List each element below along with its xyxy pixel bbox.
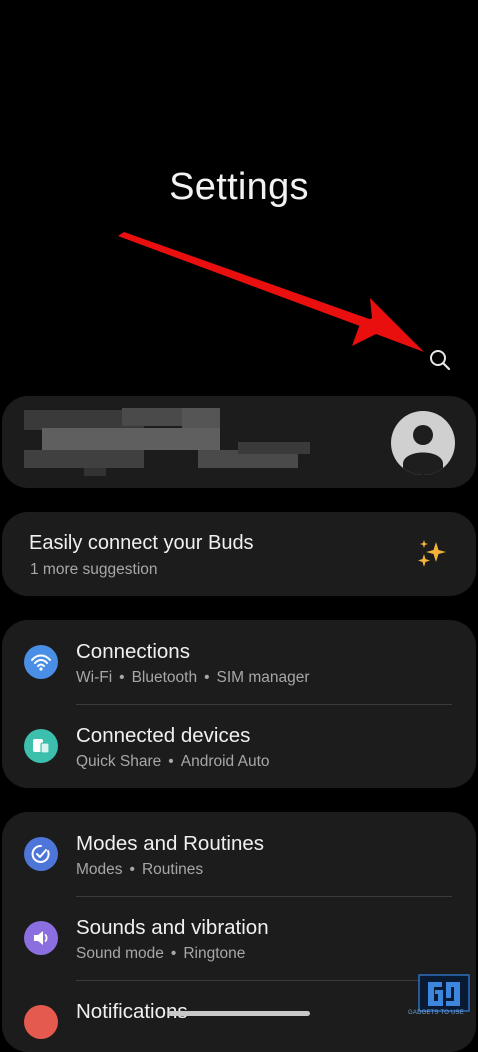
settings-item-connections[interactable]: Connections Wi-Fi • Bluetooth • SIM manager <box>2 620 476 704</box>
page-title: Settings <box>169 166 309 208</box>
notifications-icon <box>24 1005 58 1039</box>
sparkle-icon <box>418 540 446 567</box>
suggestion-card[interactable]: Easily connect your Buds 1 more suggesti… <box>2 512 476 596</box>
connected-devices-icon <box>24 729 58 763</box>
connected-devices-title: Connected devices <box>76 724 251 747</box>
modes-routines-icon <box>24 837 58 871</box>
connections-title: Connections <box>76 640 190 663</box>
settings-group-connections: Connections Wi-Fi • Bluetooth • SIM manager … <box>2 620 476 788</box>
suggestion-title: Easily connect your Buds <box>29 532 254 554</box>
connected-devices-subtitle: Quick Share • Android Auto <box>76 753 270 770</box>
settings-item-sounds-vibration[interactable]: Sounds and vibration Sound mode • Ringtone <box>2 896 476 980</box>
settings-item-notifications[interactable]: Notifications <box>2 980 476 1052</box>
person-icon <box>403 425 443 475</box>
modes-routines-title: Modes and Routines <box>76 832 265 855</box>
speaker-icon <box>24 921 58 955</box>
connections-subtitle: Wi-Fi • Bluetooth • SIM manager <box>76 669 310 686</box>
avatar[interactable] <box>391 411 455 475</box>
wifi-icon <box>24 645 58 679</box>
settings-item-connected-devices[interactable]: Connected devices Quick Share • Android Au… <box>2 704 476 788</box>
settings-item-modes-routines[interactable]: Modes and Routines Modes • Routines <box>2 812 476 896</box>
sounds-vibration-title: Sounds and vibration <box>76 916 269 939</box>
profile-card[interactable] <box>2 396 476 488</box>
sounds-vibration-subtitle: Sound mode • Ringtone <box>76 945 246 962</box>
modes-routines-subtitle: Modes • Routines <box>76 861 204 878</box>
watermark-caption: GADGETS TO USE <box>408 1010 464 1016</box>
home-indicator[interactable] <box>168 1011 310 1016</box>
settings-group-modes: Modes and Routines Modes • Routines Sounds… <box>2 812 476 1052</box>
suggestion-subtitle: 1 more suggestion <box>30 561 158 578</box>
search-button[interactable] <box>424 344 456 376</box>
search-icon <box>430 350 451 371</box>
